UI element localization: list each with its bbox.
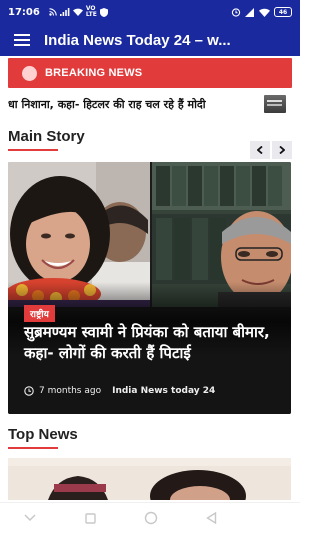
main-story-card[interactable]: राष्ट्रीय सुब्रमण्यम स्वामी ने प्रियंका … xyxy=(8,162,291,414)
top-news-underline xyxy=(8,447,58,449)
story-time: 7 months ago xyxy=(39,386,102,396)
signal-icon xyxy=(245,7,254,17)
hamburger-icon xyxy=(14,34,30,46)
news-ticker[interactable]: धा निशाना, कहा- हिटलर की राह चल रहे हैं … xyxy=(0,92,300,116)
category-badge[interactable]: राष्ट्रीय xyxy=(24,305,55,322)
story-source[interactable]: India News today 24 xyxy=(112,386,215,396)
wifi-icon xyxy=(72,8,83,16)
signal-icon xyxy=(59,8,70,16)
alarm-icon xyxy=(231,8,241,17)
status-notification-icons: VO LTE xyxy=(49,6,108,18)
wifi-icon xyxy=(259,8,270,17)
status-time: 17:06 xyxy=(8,6,40,18)
system-navigation-bar xyxy=(0,502,300,533)
ticker-headline[interactable]: धा निशाना, कहा- हिटलर की राह चल रहे हैं … xyxy=(0,97,258,112)
back-icon[interactable] xyxy=(206,512,217,524)
story-headline[interactable]: सुब्रमण्यम स्वामी ने प्रियंका को बताया ब… xyxy=(24,322,282,364)
status-bar: 17:06 VO LTE 46 xyxy=(0,0,300,24)
clock-icon xyxy=(24,386,34,396)
main-story-underline xyxy=(8,149,58,151)
app-bar: India News Today 24 – w... xyxy=(0,24,300,56)
ticker-thumbnail[interactable] xyxy=(264,95,286,113)
recents-icon[interactable] xyxy=(84,512,96,524)
top-news-heading: Top News xyxy=(8,426,78,443)
slider-next-button[interactable] xyxy=(272,141,292,159)
slider-navigation xyxy=(250,141,292,159)
story-meta: 7 months ago India News today 24 xyxy=(24,386,215,396)
menu-button[interactable] xyxy=(0,24,44,56)
breaking-news-label: BREAKING NEWS xyxy=(45,67,143,79)
chevron-right-icon xyxy=(279,146,285,154)
chevron-down-icon[interactable] xyxy=(24,514,36,522)
shield-icon xyxy=(99,7,108,17)
battery-indicator: 46 xyxy=(274,7,292,17)
live-dot-icon xyxy=(22,65,37,81)
rss-icon xyxy=(49,8,57,16)
home-icon[interactable] xyxy=(144,511,158,525)
volte-indicator: VO LTE xyxy=(85,5,97,18)
main-story-heading: Main Story xyxy=(8,128,85,145)
top-news-card[interactable] xyxy=(8,458,291,500)
chevron-left-icon xyxy=(257,146,263,154)
breaking-news-bar[interactable]: BREAKING NEWS xyxy=(8,58,292,88)
slider-prev-button[interactable] xyxy=(250,141,270,159)
app-title: India News Today 24 – w... xyxy=(44,31,231,49)
